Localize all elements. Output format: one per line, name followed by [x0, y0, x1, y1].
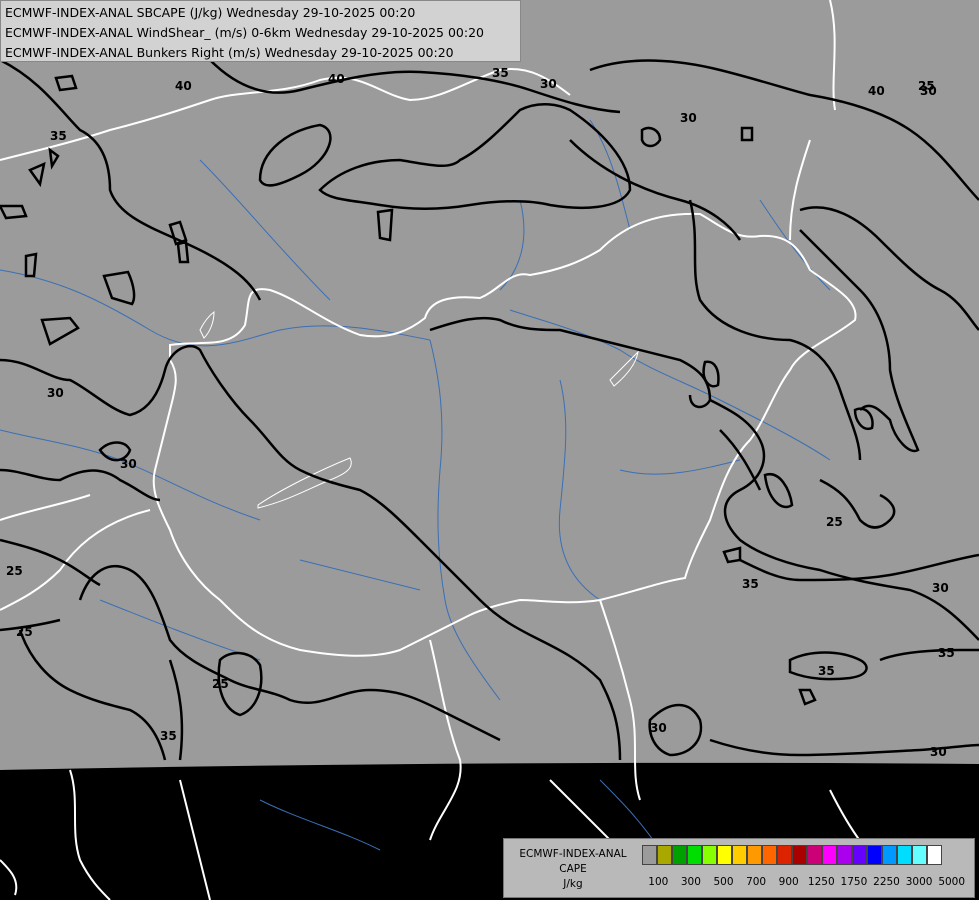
legend-swatch — [777, 845, 792, 865]
legend-swatch — [642, 845, 657, 865]
contour-label: 35 — [742, 577, 759, 591]
legend-title: ECMWF-INDEX-ANAL CAPE J/kg — [508, 847, 638, 892]
legend-tick-label: 100 — [648, 876, 669, 888]
legend-ticks: 100 300 500 700 900 1250 1750 2250 3000 5000 — [642, 876, 972, 890]
contour-label: 40 — [868, 84, 885, 98]
legend-swatch — [792, 845, 807, 865]
legend-swatch — [732, 845, 747, 865]
legend-tick-label: 1250 — [807, 876, 835, 888]
legend-swatch — [927, 845, 942, 865]
title-bunkers: ECMWF-INDEX-ANAL Bunkers Right (m/s) Wed… — [5, 45, 454, 60]
contour-label: 40 — [175, 79, 192, 93]
title-windshear: ECMWF-INDEX-ANAL WindShear_ (m/s) 0-6km … — [5, 25, 484, 40]
legend-swatch — [657, 845, 672, 865]
legend-variable: CAPE — [559, 863, 587, 875]
legend-tick-label: 5000 — [938, 876, 966, 888]
legend-tick-label: 3000 — [905, 876, 933, 888]
contour-label: 30 — [47, 386, 64, 400]
legend-swatch — [807, 845, 822, 865]
legend-tick-label: 700 — [746, 876, 767, 888]
contour-label: 35 — [938, 646, 955, 660]
contour-label: 25 — [826, 515, 843, 529]
contour-label: 35 — [492, 66, 509, 80]
contour-label: 30 — [930, 745, 947, 759]
contour-label: 30 — [920, 84, 937, 98]
legend-swatches — [642, 845, 942, 865]
legend-tick-label: 2250 — [873, 876, 900, 888]
weather-map: 40 35 30 25 40 35 30 25 30 35 30 40 35 3… — [0, 0, 979, 900]
legend-swatch — [837, 845, 852, 865]
legend-swatch — [867, 845, 882, 865]
title-sbcape: ECMWF-INDEX-ANAL SBCAPE (J/kg) Wednesday… — [5, 5, 416, 20]
contour-label: 30 — [650, 721, 667, 735]
contour-label: 25 — [212, 677, 229, 691]
legend-tick-label: 300 — [680, 876, 701, 888]
contour-label: 30 — [540, 77, 557, 91]
data-domain — [0, 0, 979, 770]
legend-tick-label: 1750 — [840, 876, 868, 888]
legend-swatch — [717, 845, 732, 865]
legend-unit: J/kg — [563, 878, 583, 890]
legend-swatch — [852, 845, 867, 865]
legend-source: ECMWF-INDEX-ANAL — [519, 848, 627, 860]
legend-tick-label: 900 — [778, 876, 799, 888]
legend-swatch — [747, 845, 762, 865]
legend-swatch — [762, 845, 777, 865]
contour-label: 30 — [680, 111, 697, 125]
contour-label: 25 — [16, 625, 33, 639]
legend-swatch — [882, 845, 897, 865]
title-box: ECMWF-INDEX-ANAL SBCAPE (J/kg) Wednesday… — [0, 0, 521, 62]
legend-swatch — [702, 845, 717, 865]
contour-label: 30 — [120, 457, 137, 471]
contour-label: 25 — [6, 564, 23, 578]
cape-legend: ECMWF-INDEX-ANAL CAPE J/kg 100 300 500 700 9… — [503, 838, 975, 898]
contour-label: 35 — [160, 729, 177, 743]
legend-swatch — [822, 845, 837, 865]
legend-tick-label: 500 — [713, 876, 734, 888]
contour-label: 35 — [818, 664, 835, 678]
contour-label: 30 — [932, 581, 949, 595]
legend-swatch — [672, 845, 687, 865]
contour-label: 40 — [328, 72, 345, 86]
legend-swatch — [897, 845, 912, 865]
contour-label: 35 — [50, 129, 67, 143]
legend-swatch — [687, 845, 702, 865]
legend-swatch — [912, 845, 927, 865]
